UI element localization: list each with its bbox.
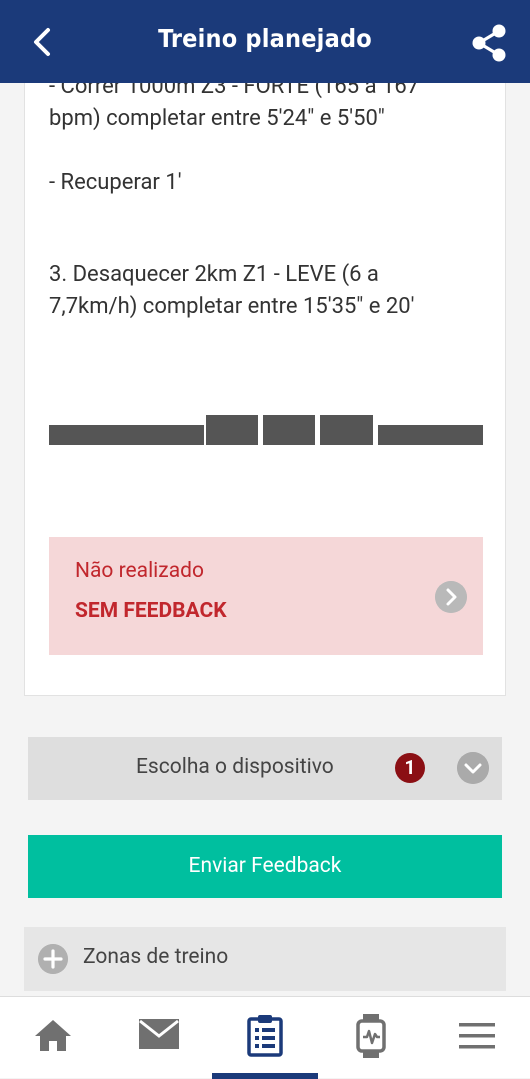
workout-step-line: bpm) completar entre 5'24" e 5'50": [49, 106, 385, 131]
clipboard-list-icon: [247, 1015, 283, 1057]
plus-icon: [38, 944, 68, 974]
bottom-navigation: [0, 996, 530, 1079]
intensity-segment-cooldown: [378, 425, 483, 445]
nav-item-messages[interactable]: [106, 997, 212, 1079]
chevron-down-icon: [457, 752, 489, 784]
app-header: Treino planejado: [0, 0, 530, 83]
feedback-status: SEM FEEDBACK: [75, 599, 227, 623]
smartwatch-icon: [356, 1014, 386, 1058]
training-zones-label: Zonas de treino: [83, 945, 229, 969]
workout-step-line: - Recuperar 1': [49, 170, 182, 195]
send-feedback-button[interactable]: Enviar Feedback: [28, 835, 502, 898]
workout-status-box[interactable]: Não realizado SEM FEEDBACK: [49, 537, 483, 655]
chevron-right-icon: [435, 581, 467, 613]
workout-step-line: 3. Desaquecer 2km Z1 - LEVE (6 a: [49, 262, 379, 287]
workout-intensity-bar: [49, 415, 483, 445]
device-select-label: Escolha o dispositivo: [136, 755, 334, 779]
nav-item-workouts[interactable]: [212, 997, 318, 1079]
active-tab-indicator: [212, 1073, 318, 1079]
workout-description: - Correr 1000m Z3 - FORTE (165 a 167 bpm…: [49, 71, 489, 323]
share-icon[interactable]: [468, 22, 510, 64]
status-label: Não realizado: [75, 559, 204, 583]
nav-item-menu[interactable]: [424, 997, 530, 1079]
intensity-segment-strong: [263, 415, 315, 445]
intensity-segment-strong: [320, 415, 373, 445]
nav-item-devices[interactable]: [318, 997, 424, 1079]
nav-item-home[interactable]: [0, 997, 106, 1079]
home-icon: [35, 1020, 71, 1051]
device-select[interactable]: Escolha o dispositivo 1: [28, 737, 502, 800]
workout-step-line: 7,7km/h) completar entre 15'35" e 20': [49, 294, 415, 319]
workout-card: - Correr 1000m Z3 - FORTE (165 a 167 bpm…: [24, 60, 506, 696]
device-count-badge: 1: [395, 753, 425, 783]
intensity-segment-strong: [206, 415, 258, 445]
page-title: Treino planejado: [158, 24, 372, 53]
intensity-segment-warmup: [49, 425, 204, 445]
training-zones-toggle[interactable]: Zonas de treino: [24, 927, 506, 991]
menu-icon: [459, 1023, 495, 1049]
mail-icon: [139, 1019, 179, 1049]
